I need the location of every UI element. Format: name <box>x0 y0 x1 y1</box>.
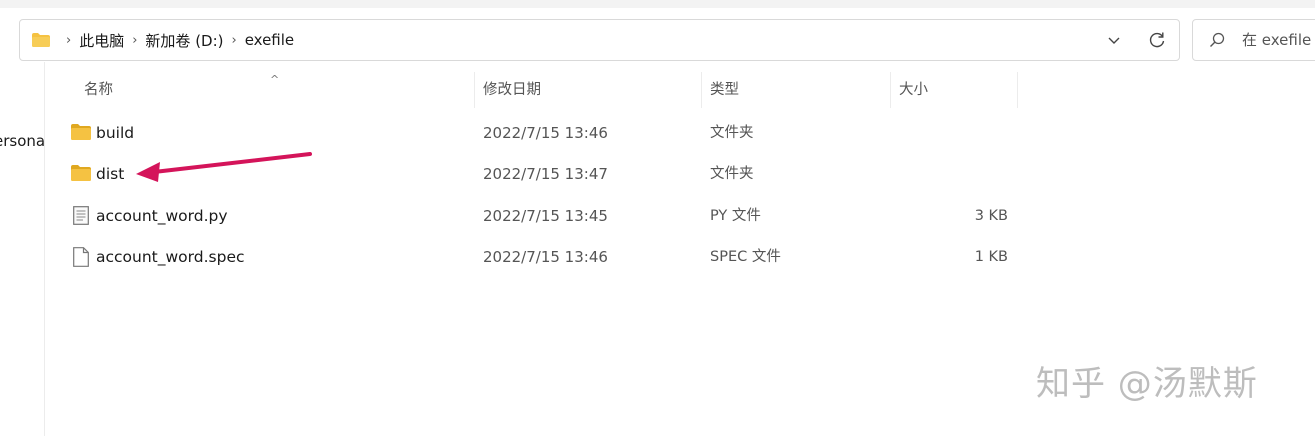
column-header-date[interactable]: 修改日期 <box>483 72 541 108</box>
search-icon <box>1210 32 1225 47</box>
file-row-build[interactable]: build 2022/7/15 13:46 文件夹 <box>63 114 1023 152</box>
chevron-right-icon: › <box>132 32 138 48</box>
folder-icon <box>32 33 50 47</box>
chevron-right-icon: › <box>231 32 237 48</box>
column-header-type[interactable]: 类型 <box>710 72 739 108</box>
file-icon <box>73 247 89 267</box>
refresh-icon[interactable] <box>1147 30 1167 50</box>
breadcrumb: › 此电脑 › 新加卷 (D:) › exefile <box>58 20 294 60</box>
file-date: 2022/7/15 13:45 <box>483 207 608 225</box>
file-type: PY 文件 <box>710 208 761 224</box>
file-name[interactable]: build <box>96 114 134 152</box>
chevron-down-icon[interactable] <box>1105 31 1123 49</box>
file-date: 2022/7/15 13:46 <box>483 248 608 266</box>
navigation-pane[interactable]: ersona <box>0 62 45 436</box>
file-name[interactable]: account_word.py <box>96 197 228 235</box>
column-divider[interactable] <box>890 72 891 108</box>
sort-ascending-icon: ^ <box>270 73 280 86</box>
folder-icon <box>71 165 91 181</box>
file-size: 1 KB <box>974 249 1008 265</box>
annotation-arrow-icon <box>136 152 312 182</box>
folder-icon <box>71 124 91 140</box>
file-row-account-word-py[interactable]: account_word.py 2022/7/15 13:45 PY 文件 3 … <box>63 197 1023 235</box>
search-input[interactable]: 在 exefile 中搜索 <box>1242 20 1315 60</box>
file-size: 3 KB <box>974 208 1008 224</box>
file-name[interactable]: account_word.spec <box>96 238 245 276</box>
breadcrumb-this-pc[interactable]: 此电脑 <box>79 30 124 51</box>
column-header-name[interactable]: 名称 <box>84 72 113 108</box>
file-date: 2022/7/15 13:47 <box>483 165 608 183</box>
file-name[interactable]: dist <box>96 155 124 193</box>
nav-item-partial[interactable]: ersona <box>0 132 45 150</box>
title-strip <box>0 0 1315 8</box>
address-bar[interactable]: › 此电脑 › 新加卷 (D:) › exefile <box>19 19 1180 61</box>
column-header-size[interactable]: 大小 <box>899 72 928 108</box>
file-type: SPEC 文件 <box>710 249 781 265</box>
watermark: 知乎 @汤默斯 <box>1036 364 1258 404</box>
breadcrumb-drive-d[interactable]: 新加卷 (D:) <box>145 30 223 51</box>
text-file-icon <box>73 206 89 225</box>
file-date: 2022/7/15 13:46 <box>483 124 608 142</box>
breadcrumb-exefile[interactable]: exefile <box>245 31 294 49</box>
chevron-right-icon: › <box>66 32 72 48</box>
file-row-account-word-spec[interactable]: account_word.spec 2022/7/15 13:46 SPEC 文… <box>63 238 1023 276</box>
column-divider[interactable] <box>701 72 702 108</box>
search-box[interactable]: 在 exefile 中搜索 <box>1192 19 1315 61</box>
column-divider[interactable] <box>474 72 475 108</box>
file-type: 文件夹 <box>710 125 754 141</box>
file-type: 文件夹 <box>710 166 754 182</box>
column-divider[interactable] <box>1017 72 1018 108</box>
